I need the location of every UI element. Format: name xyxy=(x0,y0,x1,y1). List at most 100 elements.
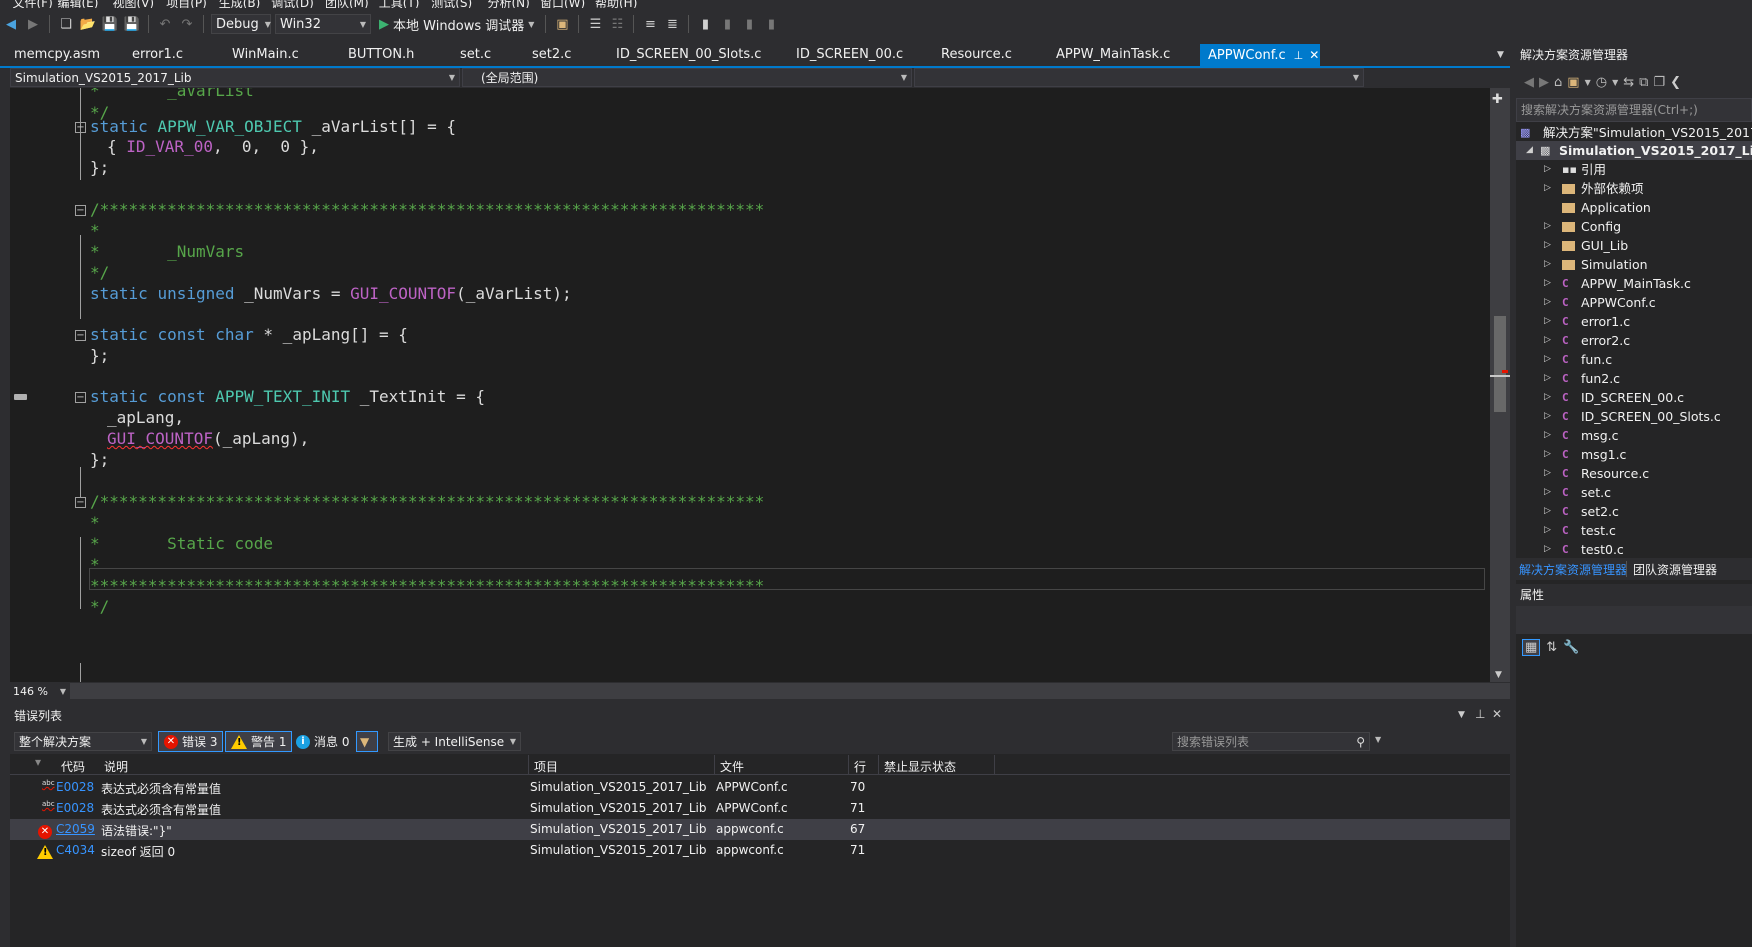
search-icon[interactable]: ⚲ xyxy=(1356,735,1365,749)
tree-item[interactable]: ▷ Config xyxy=(1544,217,1752,236)
collapse-icon[interactable]: − xyxy=(75,205,86,216)
redo-icon[interactable]: ↷ xyxy=(178,15,196,33)
menu-item[interactable]: 工具(T) xyxy=(379,0,420,8)
table-row[interactable]: ✕ C2059 语法错误:"}" Simulation_VS2015_2017_Lib… xyxy=(10,819,1510,840)
bookmark-icon[interactable]: ▮ xyxy=(696,15,714,33)
solution-search-input[interactable]: 搜索解决方案资源管理器(Ctrl+;) xyxy=(1516,98,1752,122)
messages-filter-button[interactable]: i 消息 0 xyxy=(290,731,355,752)
table-row[interactable]: abc E0028 表达式必须含有常量值 Simulation_VS2015_2017… xyxy=(10,777,1510,798)
error-code-link[interactable]: E0028 xyxy=(56,780,94,794)
tree-item[interactable]: Application xyxy=(1544,198,1752,217)
collapsed-triangle-icon[interactable]: ▷ xyxy=(1544,312,1551,331)
collapsed-triangle-icon[interactable]: ▷ xyxy=(1544,331,1551,350)
back-icon[interactable]: ◀ xyxy=(1524,75,1534,90)
menu-item[interactable]: 文件(F) xyxy=(13,0,53,8)
chevron-down-icon[interactable]: ▼ xyxy=(1497,50,1504,60)
error-code-link[interactable]: C2059 xyxy=(56,822,95,836)
column-header-project[interactable]: 项目 xyxy=(534,758,558,775)
scroll-left-icon[interactable]: ❮ xyxy=(1670,75,1681,90)
collapsed-triangle-icon[interactable]: ▷ xyxy=(1544,293,1551,312)
save-icon[interactable]: 💾 xyxy=(101,15,119,33)
comment-icon[interactable]: ≡ xyxy=(641,15,659,33)
member-dropdown[interactable]: ▼ xyxy=(914,68,1364,87)
pin-icon[interactable]: ⊥ xyxy=(1475,707,1485,721)
chevron-down-icon[interactable]: ▼ xyxy=(1612,78,1618,87)
close-icon[interactable]: ✕ xyxy=(1492,707,1502,721)
chevron-down-icon[interactable]: ▼ xyxy=(1458,710,1465,720)
editor-horizontal-scrollbar[interactable] xyxy=(70,683,1510,699)
menu-item[interactable]: 测试(S) xyxy=(431,0,472,8)
properties-object-selector[interactable] xyxy=(1516,606,1752,634)
tree-item[interactable]: ▷ C APPW_MainTask.c xyxy=(1544,274,1752,293)
tree-item[interactable]: ▷ Cerror1.c xyxy=(1544,312,1752,331)
uncomment-icon[interactable]: ≣ xyxy=(663,15,681,33)
tree-item[interactable]: ▷ Ctest0.c xyxy=(1544,540,1752,559)
collapsed-triangle-icon[interactable]: ▷ xyxy=(1544,483,1551,502)
collapse-icon[interactable]: − xyxy=(75,122,86,133)
platform-select[interactable]: Win32 ▼ xyxy=(275,14,371,34)
column-header-line[interactable]: 行 xyxy=(854,758,866,775)
build-filter-select[interactable]: 生成 + IntelliSense ▼ xyxy=(388,732,521,751)
pending-changes-icon[interactable]: ◷ xyxy=(1596,75,1607,90)
menu-item[interactable]: 调试(D) xyxy=(271,0,314,8)
menu-item[interactable]: 生成(B) xyxy=(219,0,261,8)
collapsed-triangle-icon[interactable]: ▷ xyxy=(1544,521,1551,540)
tree-item[interactable]: ▷ C APPWConf.c xyxy=(1544,293,1752,312)
property-pages-icon[interactable]: 🔧 xyxy=(1563,640,1579,655)
collapsed-triangle-icon[interactable]: ▷ xyxy=(1544,274,1551,293)
collapsed-triangle-icon[interactable]: ▷ xyxy=(1544,502,1551,521)
collapsed-triangle-icon[interactable]: ▷ xyxy=(1544,179,1551,198)
collapsed-triangle-icon[interactable]: ▷ xyxy=(1544,464,1551,483)
doc-tab[interactable]: ID_SCREEN_00_Slots.c xyxy=(602,44,782,66)
tree-item-project[interactable]: ◢ ▩ Simulation_VS2015_2017_Lib xyxy=(1526,141,1752,160)
undo-icon[interactable]: ↶ xyxy=(156,15,174,33)
menu-item[interactable]: 编辑(E) xyxy=(58,0,99,8)
collapsed-triangle-icon[interactable]: ▷ xyxy=(1544,160,1551,179)
errors-filter-button[interactable]: ✕ 错误 3 xyxy=(158,731,224,752)
collapsed-triangle-icon[interactable]: ▷ xyxy=(1544,388,1551,407)
collapse-all-icon[interactable]: ⧉ xyxy=(1639,75,1648,90)
tab-solution-explorer[interactable]: 解决方案资源管理器 xyxy=(1519,561,1627,578)
doc-tab[interactable]: APPW_MainTask.c xyxy=(1042,44,1200,66)
tree-item[interactable]: ▷ GUI_Lib xyxy=(1544,236,1752,255)
menu-item[interactable]: 窗口(W) xyxy=(540,0,585,8)
table-row[interactable]: abc E0028 表达式必须含有常量值 Simulation_VS2015_2017… xyxy=(10,798,1510,819)
show-all-files-icon[interactable]: ❐ xyxy=(1653,75,1665,90)
doc-tab[interactable]: memcpy.asm xyxy=(0,44,118,66)
column-divider[interactable] xyxy=(994,755,995,775)
tree-item[interactable]: ▷ Cmsg.c xyxy=(1544,426,1752,445)
tree-item[interactable]: ▷ C ID_SCREEN_00.c xyxy=(1544,388,1752,407)
column-divider[interactable] xyxy=(848,755,849,775)
doc-tab[interactable]: Resource.c xyxy=(927,44,1042,66)
column-divider[interactable] xyxy=(878,755,879,775)
format-icon[interactable]: ☰ xyxy=(586,15,604,33)
save-all-icon[interactable]: 💾 xyxy=(123,15,141,33)
column-header-code[interactable]: 代码 xyxy=(61,758,85,775)
chevron-down-icon[interactable]: ▼ xyxy=(528,20,534,29)
collapsed-triangle-icon[interactable]: ▷ xyxy=(1544,350,1551,369)
column-divider[interactable] xyxy=(528,755,529,775)
doc-tab[interactable]: error1.c xyxy=(118,44,218,66)
clear-bookmarks-icon[interactable]: ▮ xyxy=(762,15,780,33)
chevron-down-icon[interactable]: ▼ xyxy=(1585,78,1591,87)
error-code-link[interactable]: C4034 xyxy=(56,843,95,857)
scrollbar-thumb[interactable] xyxy=(1494,316,1506,412)
scroll-down-icon[interactable]: ▼ xyxy=(1495,670,1502,680)
chevron-down-icon[interactable]: ▼ xyxy=(1375,735,1381,744)
tree-item[interactable]: ▷ Simulation xyxy=(1544,255,1752,274)
switch-views-icon[interactable]: ▣ xyxy=(1567,75,1579,90)
menu-item[interactable]: 项目(P) xyxy=(166,0,207,8)
warnings-filter-button[interactable]: 警告 1 xyxy=(225,731,293,752)
scope-dropdown[interactable]: (全局范围) ▼ xyxy=(462,68,912,87)
error-code-link[interactable]: E0028 xyxy=(56,801,94,815)
alphabetical-icon[interactable]: ⇅ xyxy=(1546,640,1557,655)
open-file-icon[interactable]: 📂 xyxy=(79,15,97,33)
outline-icon[interactable]: ☷ xyxy=(608,15,626,33)
split-window-icon[interactable]: ✚ xyxy=(1492,92,1503,107)
tree-item[interactable]: ▷ Cfun.c xyxy=(1544,350,1752,369)
back-icon[interactable]: ◀ xyxy=(2,15,20,33)
sync-icon[interactable]: ⇆ xyxy=(1623,75,1634,90)
collapsed-triangle-icon[interactable]: ▷ xyxy=(1544,407,1551,426)
column-divider[interactable] xyxy=(714,755,715,775)
collapsed-triangle-icon[interactable]: ▷ xyxy=(1544,255,1551,274)
